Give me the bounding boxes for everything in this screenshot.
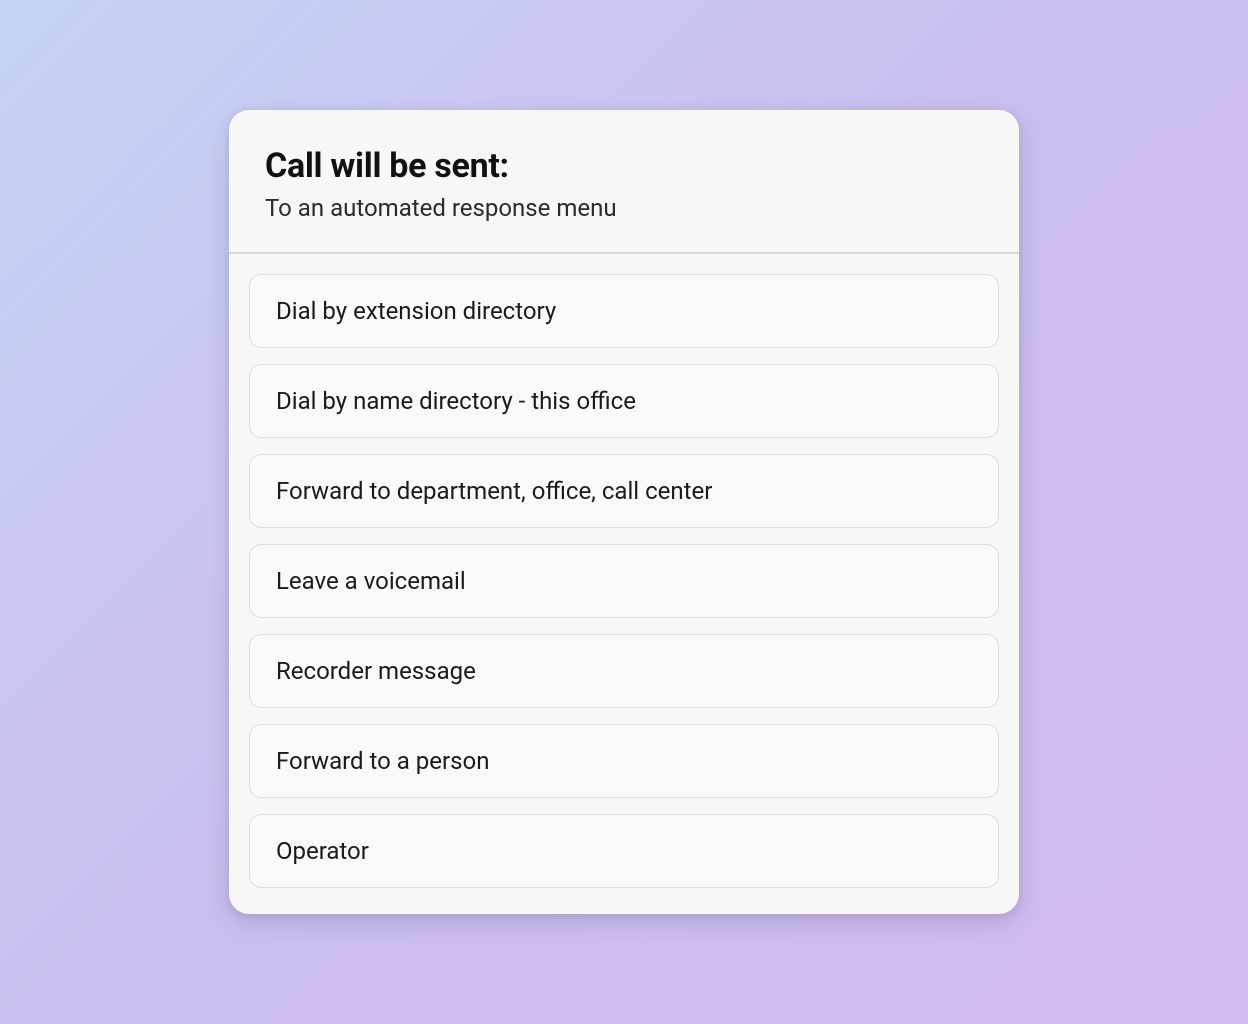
- option-label: Forward to a person: [276, 747, 489, 775]
- option-label: Forward to department, office, call cent…: [276, 477, 712, 505]
- option-forward-department[interactable]: Forward to department, office, call cent…: [249, 454, 999, 528]
- option-recorder-message[interactable]: Recorder message: [249, 634, 999, 708]
- call-routing-card: Call will be sent: To an automated respo…: [229, 110, 1019, 914]
- option-label: Operator: [276, 837, 369, 865]
- option-operator[interactable]: Operator: [249, 814, 999, 888]
- option-label: Leave a voicemail: [276, 567, 466, 595]
- option-label: Recorder message: [276, 657, 476, 685]
- header-subtitle: To an automated response menu: [265, 194, 983, 222]
- option-label: Dial by extension directory: [276, 297, 556, 325]
- header-title: Call will be sent:: [265, 146, 983, 186]
- option-dial-extension[interactable]: Dial by extension directory: [249, 274, 999, 348]
- option-voicemail[interactable]: Leave a voicemail: [249, 544, 999, 618]
- option-dial-name[interactable]: Dial by name directory - this office: [249, 364, 999, 438]
- options-list: Dial by extension directory Dial by name…: [229, 254, 1019, 914]
- option-forward-person[interactable]: Forward to a person: [249, 724, 999, 798]
- card-header: Call will be sent: To an automated respo…: [229, 110, 1019, 254]
- option-label: Dial by name directory - this office: [276, 387, 636, 415]
